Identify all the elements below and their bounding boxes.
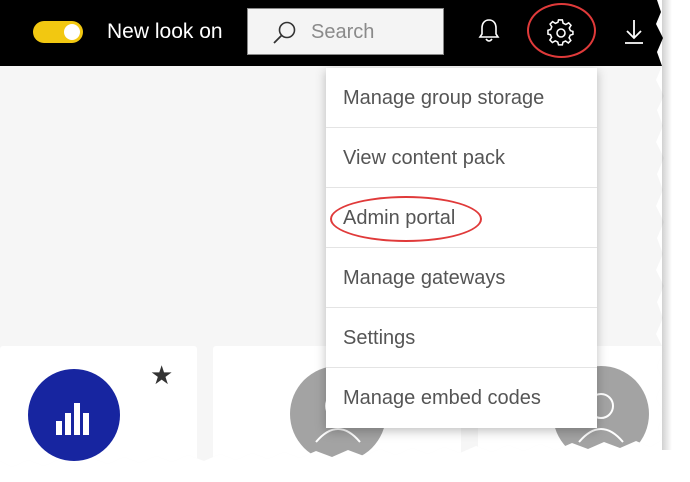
torn-edge-shadow <box>662 0 672 450</box>
download-icon[interactable] <box>623 18 645 51</box>
menu-item-settings[interactable]: Settings <box>326 308 597 368</box>
menu-item-manage-group-storage[interactable]: Manage group storage <box>326 68 597 128</box>
new-look-toggle[interactable] <box>33 21 83 43</box>
menu-item-label: View content pack <box>343 147 505 169</box>
menu-item-manage-gateways[interactable]: Manage gateways <box>326 248 597 308</box>
admin-portal-highlight-oval <box>330 196 482 242</box>
screenshot-canvas: New look on Search ★ Manage group storag… <box>0 0 690 482</box>
new-look-label: New look on <box>107 20 223 43</box>
menu-item-label: Settings <box>343 327 416 349</box>
menu-item-label: Manage embed codes <box>343 387 541 409</box>
gear-highlight-circle <box>527 3 596 58</box>
bar-chart-icon <box>28 369 120 461</box>
search-icon <box>272 20 298 49</box>
menu-item-view-content-pack[interactable]: View content pack <box>326 128 597 188</box>
settings-dropdown-menu: Manage group storage View content pack A… <box>326 68 597 428</box>
content-card[interactable]: ★ <box>0 346 197 467</box>
search-box[interactable]: Search <box>247 8 444 55</box>
menu-item-label: Manage group storage <box>343 87 545 109</box>
menu-item-manage-embed-codes[interactable]: Manage embed codes <box>326 368 597 428</box>
menu-item-label: Manage gateways <box>343 267 506 289</box>
notification-bell-icon[interactable] <box>478 18 500 49</box>
menu-item-admin-portal[interactable]: Admin portal <box>326 188 597 248</box>
search-placeholder: Search <box>311 21 375 43</box>
toggle-knob <box>64 24 80 40</box>
star-icon[interactable]: ★ <box>150 360 173 391</box>
top-bar: New look on Search <box>0 0 664 66</box>
torn-screenshot: New look on Search ★ Manage group storag… <box>0 0 664 467</box>
